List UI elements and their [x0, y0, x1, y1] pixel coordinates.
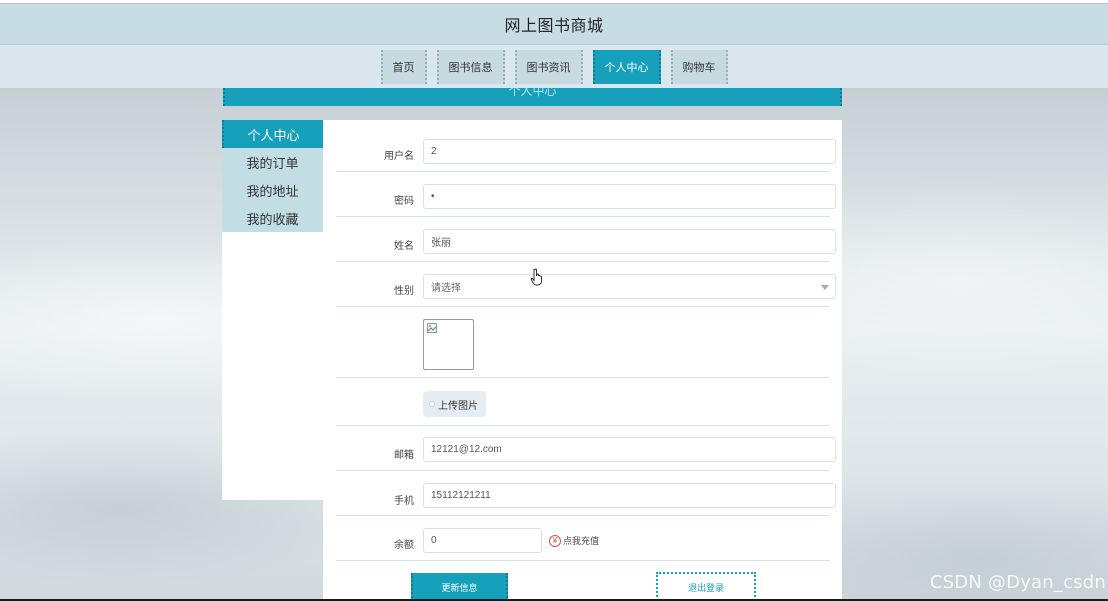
sidebar-item-my-orders[interactable]: 我的订单 — [222, 148, 323, 176]
section-title: 个人中心 — [508, 88, 557, 98]
name-input[interactable]: 张丽 — [423, 229, 836, 254]
chevron-down-icon — [821, 285, 829, 290]
email-label: 邮箱 — [394, 450, 414, 461]
upload-image-label: 上传图片 — [438, 400, 478, 412]
upload-image-button[interactable]: 上传图片 — [423, 391, 486, 417]
form-row-avatar-preview — [336, 307, 830, 378]
username-input[interactable]: 2 — [423, 139, 836, 164]
sidebar-item-personal-center[interactable]: 个人中心 — [222, 120, 323, 148]
form-row-name: 姓名 张丽 — [336, 217, 836, 262]
recharge-label: 点我充值 — [563, 536, 600, 546]
broken-image-icon — [427, 323, 437, 333]
sidebar-item-my-address[interactable]: 我的地址 — [222, 176, 323, 204]
gender-select-placeholder: 请选择 — [431, 283, 461, 294]
balance-label: 余额 — [394, 540, 414, 551]
form-row-gender: 性别 请选择 — [336, 262, 836, 307]
form-row-username: 用户名 2 — [336, 134, 836, 172]
nav-item-cart[interactable]: 购物车 — [670, 49, 728, 84]
sidebar-item-my-favorites[interactable]: 我的收藏 — [222, 204, 323, 232]
gender-select[interactable]: 请选择 — [423, 274, 836, 299]
site-header: 网上图书商城 — [0, 4, 1108, 45]
password-label: 密码 — [394, 196, 414, 207]
watermark: CSDN @Dyan_csdn — [929, 572, 1106, 593]
profile-form-panel: 用户名 2 密码 • 姓名 张丽 性别 请选择 上传图片 邮箱 12121@12… — [323, 120, 842, 601]
update-info-button[interactable]: 更新信息 — [411, 573, 508, 601]
nav-item-book-info[interactable]: 图书信息 — [436, 49, 505, 84]
site-title: 网上图书商城 — [504, 18, 604, 35]
main-navbar: 首页 图书信息 图书资讯 个人中心 购物车 — [0, 45, 1108, 88]
logout-button[interactable]: 退出登录 — [656, 572, 756, 601]
phone-input[interactable]: 15112121211 — [423, 483, 836, 508]
form-row-balance: 余额 0 ¥ 点我充值 — [336, 516, 830, 561]
balance-input[interactable]: 0 — [423, 528, 542, 553]
nav-item-home[interactable]: 首页 — [380, 49, 427, 84]
username-label: 用户名 — [384, 151, 414, 162]
nav-item-book-news[interactable]: 图书资讯 — [514, 49, 583, 84]
phone-label: 手机 — [394, 496, 414, 507]
password-input[interactable]: • — [423, 184, 836, 209]
upload-icon — [429, 401, 435, 407]
name-label: 姓名 — [394, 241, 414, 252]
hand-cursor-icon — [530, 268, 542, 286]
top-border — [0, 0, 1108, 3]
avatar-image-preview — [423, 319, 474, 370]
sidebar: 个人中心 我的订单 我的地址 我的收藏 — [222, 120, 323, 500]
yen-icon: ¥ — [549, 534, 561, 547]
form-row-password: 密码 • — [336, 172, 836, 217]
form-row-email: 邮箱 12121@12.com — [336, 426, 836, 471]
form-row-phone: 手机 15112121211 — [336, 471, 836, 516]
form-row-upload: 上传图片 — [336, 378, 830, 426]
email-input[interactable]: 12121@12.com — [423, 437, 836, 462]
recharge-link[interactable]: ¥ 点我充值 — [549, 534, 599, 547]
section-title-bar: 个人中心 — [223, 88, 842, 106]
gender-label: 性别 — [394, 286, 414, 297]
nav-item-personal-center[interactable]: 个人中心 — [592, 49, 661, 84]
